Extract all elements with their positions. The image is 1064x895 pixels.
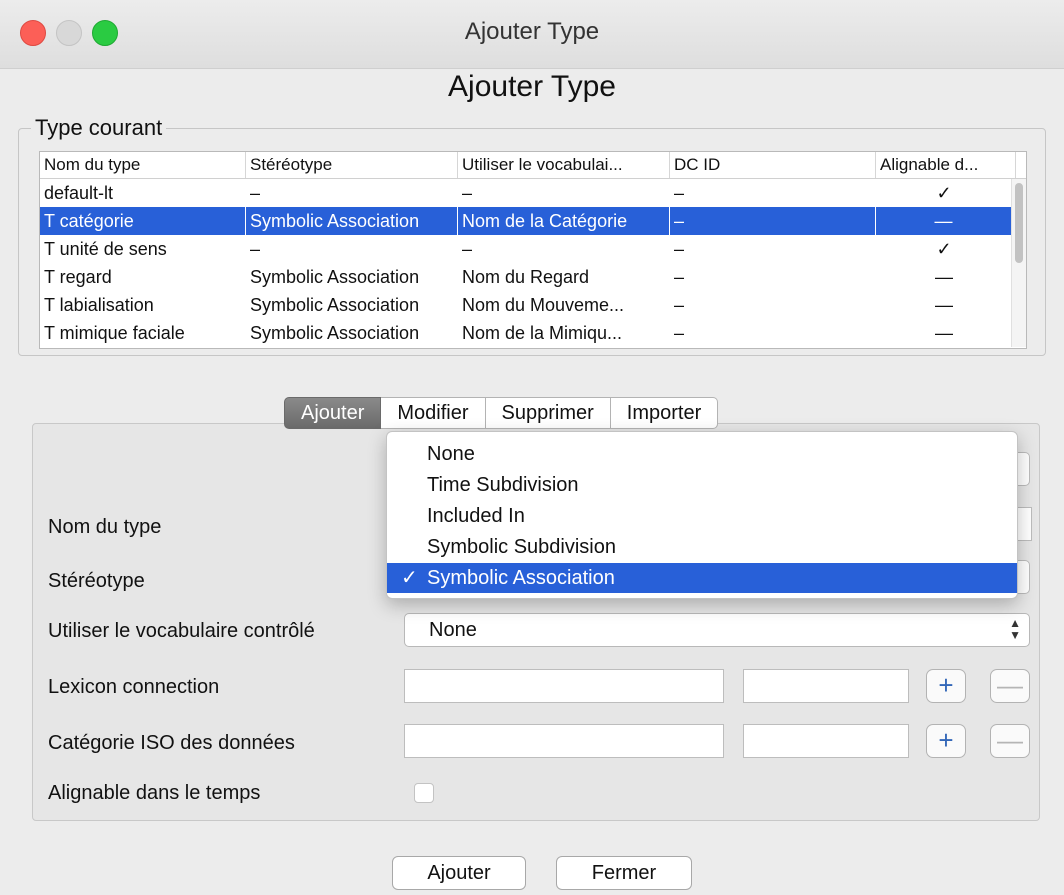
iso-category-field[interactable]: [404, 724, 724, 758]
iso-category-label: Catégorie ISO des données: [48, 732, 295, 754]
cell-name: T catégorie: [40, 207, 246, 235]
plus-icon: +: [938, 670, 954, 700]
lexicon-entry-field[interactable]: [743, 669, 909, 703]
lexicon-field[interactable]: [404, 669, 724, 703]
alignable-checkbox[interactable]: [414, 783, 434, 803]
iso-id-field[interactable]: [743, 724, 909, 758]
table-row[interactable]: T catégorie Symbolic Association Nom de la…: [40, 207, 1012, 235]
cell-name: default-lt: [44, 183, 114, 203]
table-scrollbar[interactable]: [1011, 179, 1026, 347]
dropdown-option[interactable]: Symbolic Subdivision: [387, 532, 1017, 562]
add-button[interactable]: Ajouter: [392, 856, 526, 890]
tab-modifier[interactable]: Modifier: [381, 397, 486, 429]
vocab-select-value: None: [429, 619, 477, 641]
cell-stereotype: Symbolic Association: [246, 207, 458, 235]
cell-alignable: —: [935, 267, 953, 287]
lexicon-remove-button[interactable]: —: [990, 669, 1030, 703]
table-scrollbar-thumb[interactable]: [1015, 183, 1023, 263]
column-header-stereotype[interactable]: Stéréotype: [246, 152, 458, 178]
tab-bar: Ajouter Modifier Supprimer Importer: [284, 397, 719, 429]
cell-vocab: Nom du Mouveme...: [462, 295, 625, 315]
cell-alignable: —: [935, 295, 953, 315]
column-header-dcid[interactable]: DC ID: [670, 152, 876, 178]
select-arrows-icon: ▲ ▼: [1009, 616, 1021, 642]
table-row[interactable]: T unité de sens – – – ✓: [40, 235, 1012, 263]
dropdown-option-label: None: [427, 443, 475, 465]
cell-alignable: —: [876, 207, 1012, 235]
cell-vocab: Nom de la Mimiqu...: [462, 323, 623, 343]
cell-alignable: ✓: [936, 239, 952, 259]
cell-dcid: –: [674, 295, 685, 315]
column-header-alignable[interactable]: Alignable d...: [876, 152, 1016, 178]
cell-stereotype: Symbolic Association: [250, 295, 420, 315]
types-table: Nom du type Stéréotype Utiliser le vocab…: [39, 151, 1027, 349]
minus-icon: —: [997, 725, 1023, 755]
table-row[interactable]: T labialisation Symbolic Association Nom d…: [40, 291, 1012, 319]
type-name-label: Nom du type: [48, 516, 162, 538]
iso-add-button[interactable]: +: [926, 724, 966, 758]
vocab-select[interactable]: None ▲ ▼: [404, 613, 1030, 647]
dropdown-option-label: Included In: [427, 505, 525, 527]
cell-alignable: —: [935, 323, 953, 343]
lexicon-add-button[interactable]: +: [926, 669, 966, 703]
cell-dcid: –: [674, 183, 685, 203]
minus-icon: —: [997, 670, 1023, 700]
table-row[interactable]: T mimique faciale Symbolic Association Nom…: [40, 319, 1012, 347]
cell-stereotype: –: [250, 239, 261, 259]
table-row[interactable]: T regard Symbolic Association Nom du Regar…: [40, 263, 1012, 291]
tab-importer[interactable]: Importer: [610, 397, 719, 429]
dropdown-option[interactable]: ✓ Symbolic Association: [387, 563, 1017, 593]
cell-vocab: –: [462, 183, 473, 203]
stereotype-dropdown-menu: None Time Subdivision Included In Symbolic …: [386, 431, 1018, 599]
types-table-header: Nom du type Stéréotype Utiliser le vocab…: [40, 152, 1026, 179]
close-button[interactable]: Fermer: [556, 856, 692, 890]
window-title: Ajouter Type: [464, 18, 600, 45]
dropdown-option[interactable]: None: [387, 439, 1017, 469]
cell-name: T regard: [44, 267, 112, 287]
cell-name: T mimique faciale: [44, 323, 185, 343]
dropdown-option[interactable]: Time Subdivision: [387, 470, 1017, 500]
column-header-name[interactable]: Nom du type: [40, 152, 246, 178]
lexicon-label: Lexicon connection: [48, 676, 220, 698]
iso-remove-button[interactable]: —: [990, 724, 1030, 758]
tab-ajouter[interactable]: Ajouter: [284, 397, 382, 429]
cell-stereotype: Symbolic Association: [250, 323, 420, 343]
alignable-label: Alignable dans le temps: [48, 782, 261, 804]
cell-stereotype: Symbolic Association: [250, 267, 420, 287]
cell-dcid: –: [674, 267, 685, 287]
cell-stereotype: –: [250, 183, 261, 203]
dialog-heading: Ajouter Type: [448, 70, 616, 103]
dropdown-option-label: Symbolic Subdivision: [427, 536, 616, 558]
cell-dcid: –: [670, 207, 876, 235]
cell-name: T labialisation: [44, 295, 154, 315]
table-row[interactable]: default-lt – – – ✓: [40, 179, 1012, 207]
cell-alignable: ✓: [936, 183, 952, 203]
dropdown-option-label: Time Subdivision: [427, 474, 579, 496]
plus-icon: +: [938, 725, 954, 755]
cell-vocab: –: [462, 239, 473, 259]
column-header-vocab[interactable]: Utiliser le vocabulai...: [458, 152, 670, 178]
checkmark-icon: ✓: [401, 567, 418, 589]
vocab-label: Utiliser le vocabulaire contrôlé: [48, 620, 315, 642]
dropdown-option[interactable]: Included In: [387, 501, 1017, 531]
cell-name: T unité de sens: [44, 239, 167, 259]
cell-vocab: Nom de la Catégorie: [458, 207, 670, 235]
dropdown-option-label: Symbolic Association: [427, 567, 615, 589]
current-types-group: Type courant Nom du type Stéréotype Util…: [18, 115, 1046, 356]
cell-dcid: –: [674, 323, 685, 343]
cell-dcid: –: [674, 239, 685, 259]
stereotype-label: Stéréotype: [48, 570, 145, 592]
current-types-legend: Type courant: [31, 115, 167, 141]
cell-vocab: Nom du Regard: [462, 267, 590, 287]
tab-supprimer[interactable]: Supprimer: [485, 397, 611, 429]
title-bar: Ajouter Type: [0, 0, 1064, 69]
